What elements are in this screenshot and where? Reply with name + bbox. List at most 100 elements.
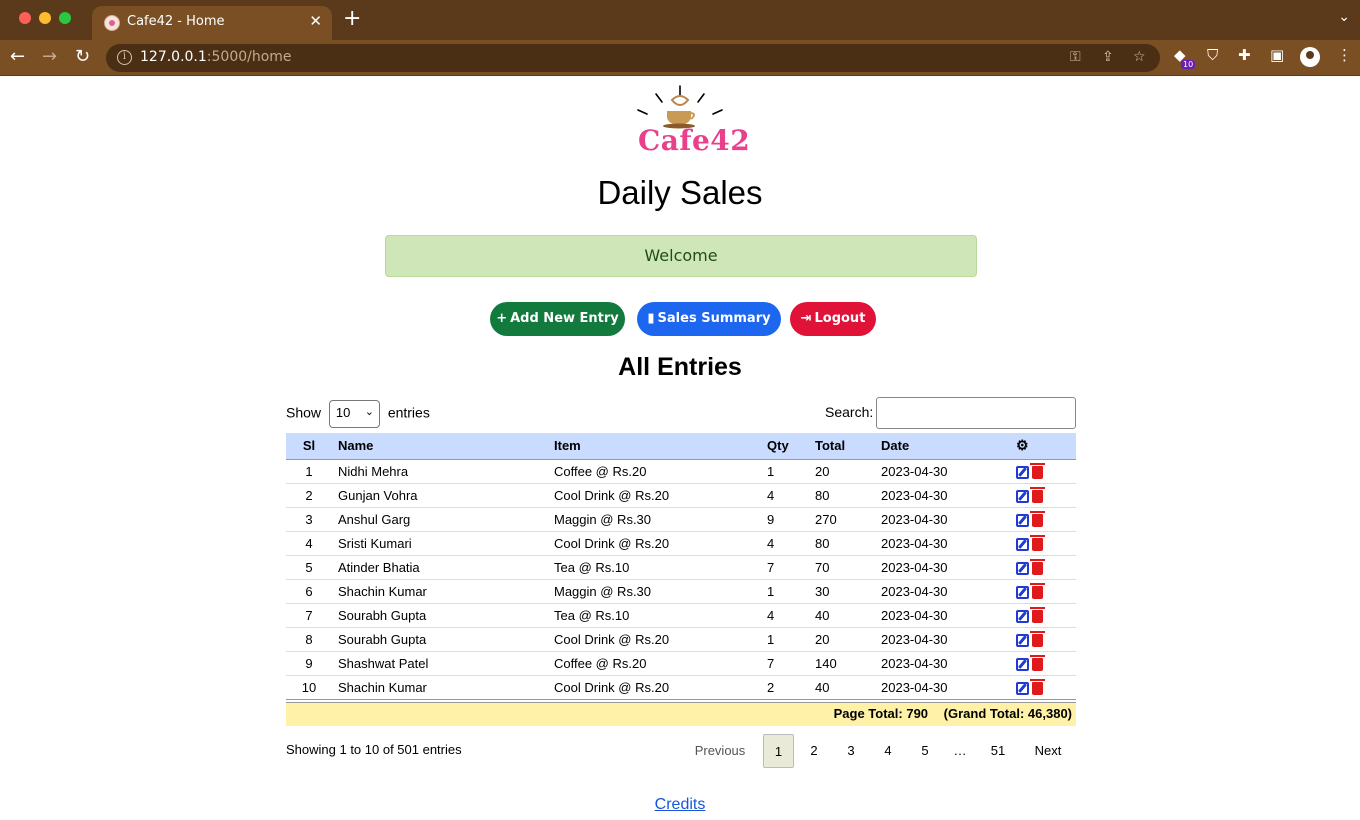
edit-icon[interactable] [1016,489,1029,503]
reload-icon[interactable]: ↻ [75,46,90,68]
browser-toolbar: ← → ↻ i 127.0.0.1:5000/home ⚿ ⇪ ☆ ◆ ⛉ ✚ … [0,40,1360,76]
chevron-down-icon[interactable]: ⌄ [1338,9,1350,25]
cell-total: 30 [809,579,875,604]
cell-item: Coffee @ Rs.20 [548,651,761,676]
cell-actions [1010,651,1076,676]
shield-extension-icon[interactable]: ⛉ [1207,46,1218,64]
browser-tab-bar: Cafe42 - Home ✕ + ⌄ [0,0,1360,40]
edit-icon[interactable] [1016,561,1029,575]
edit-icon[interactable] [1016,513,1029,527]
cell-actions [1010,531,1076,556]
bar-chart-icon: ▮ [647,311,655,326]
page-length-select[interactable]: 10 ⌄ [328,400,380,428]
key-icon[interactable]: ⚿ [1070,49,1081,65]
cell-sl: 2 [286,483,332,508]
cell-name: Anshul Garg [332,507,548,532]
pagination-next[interactable]: Next [1027,734,1069,768]
trash-icon[interactable] [1030,534,1045,551]
edit-icon[interactable] [1016,609,1029,623]
column-header-total[interactable]: Total [809,433,875,460]
column-header-actions: ⚙ [1010,433,1076,460]
cell-date: 2023-04-30 [875,507,1010,532]
edit-icon[interactable] [1016,585,1029,599]
trash-icon[interactable] [1030,510,1045,527]
edit-icon[interactable] [1016,465,1029,479]
site-info-icon[interactable]: i [117,50,132,65]
trash-icon[interactable] [1030,630,1045,647]
edit-icon[interactable] [1016,633,1029,647]
pagination-page-last[interactable]: 51 [986,734,1010,768]
window-close-icon[interactable] [19,12,31,24]
address-bar[interactable]: i 127.0.0.1:5000/home ⚿ ⇪ ☆ [106,44,1160,72]
table-body: 1 Nidhi Mehra Coffee @ Rs.20 1 20 2023-04-30 2… [286,459,1076,700]
column-header-date[interactable]: Date [875,433,1010,460]
trash-icon[interactable] [1030,462,1045,479]
bookmark-star-icon[interactable]: ☆ [1133,49,1146,65]
pagination-page-5[interactable]: 5 [914,734,936,768]
share-icon[interactable]: ⇪ [1102,49,1114,65]
url-text: 127.0.0.1:5000/home [140,49,292,65]
pagination-page-1[interactable]: 1 [763,734,794,768]
tab-close-icon[interactable]: ✕ [309,12,322,30]
cell-total: 20 [809,627,875,652]
page-title: Daily Sales [597,174,763,211]
cell-actions [1010,555,1076,580]
pagination-page-2[interactable]: 2 [803,734,825,768]
cell-sl: 7 [286,603,332,628]
pagination-page-3[interactable]: 3 [840,734,862,768]
cell-date: 2023-04-30 [875,483,1010,508]
table-row: 5 Atinder Bhatia Tea @ Rs.10 7 70 2023-04-30 [286,555,1076,580]
cell-name: Atinder Bhatia [332,555,548,580]
cell-item: Coffee @ Rs.20 [548,459,761,484]
cell-total: 80 [809,531,875,556]
pagination-previous[interactable]: Previous [685,734,755,768]
trash-icon[interactable] [1030,486,1045,503]
page-length-control: Show 10 ⌄ entries [286,400,430,428]
cell-actions [1010,675,1076,700]
cell-qty: 1 [761,579,809,604]
new-tab-icon[interactable]: + [343,8,361,30]
column-header-item[interactable]: Item [548,433,761,460]
column-header-name[interactable]: Name [332,433,548,460]
cell-qty: 1 [761,459,809,484]
pagination-page-4[interactable]: 4 [877,734,899,768]
search-label: Search: [825,404,874,420]
back-icon[interactable]: ← [10,46,25,68]
browser-tab[interactable]: Cafe42 - Home ✕ [92,6,332,40]
cell-item: Tea @ Rs.10 [548,603,761,628]
trash-icon[interactable] [1030,582,1045,599]
cell-date: 2023-04-30 [875,627,1010,652]
search-input[interactable] [876,397,1076,429]
edit-icon[interactable] [1016,537,1029,551]
edit-icon[interactable] [1016,681,1029,695]
forward-icon[interactable]: → [42,46,57,68]
trash-icon[interactable] [1030,654,1045,671]
cell-total: 140 [809,651,875,676]
logout-button[interactable]: ⇥ Logout [790,302,876,336]
cell-name: Nidhi Mehra [332,459,548,484]
add-new-entry-button[interactable]: + Add New Entry [490,302,625,336]
edit-icon[interactable] [1016,657,1029,671]
trash-icon[interactable] [1030,558,1045,575]
trash-icon[interactable] [1030,678,1045,695]
side-panel-icon[interactable]: ▣ [1270,46,1284,64]
cell-qty: 4 [761,531,809,556]
sales-summary-button[interactable]: ▮ Sales Summary [637,302,781,336]
window-minimize-icon[interactable] [39,12,51,24]
browser-menu-icon[interactable]: ⋮ [1337,46,1352,64]
window-zoom-icon[interactable] [59,12,71,24]
cell-name: Gunjan Vohra [332,483,548,508]
table-row: 4 Sristi Kumari Cool Drink @ Rs.20 4 80 2023-… [286,531,1076,556]
column-header-qty[interactable]: Qty [761,433,809,460]
trash-icon[interactable] [1030,606,1045,623]
profile-avatar[interactable] [1300,47,1320,67]
table-header-row: Sl Name Item Qty Total Date ⚙ [286,433,1076,460]
plus-icon: + [496,311,508,326]
column-header-sl[interactable]: Sl [286,433,332,460]
cell-sl: 8 [286,627,332,652]
extensions-puzzle-icon[interactable]: ✚ [1238,46,1251,64]
cell-date: 2023-04-30 [875,603,1010,628]
logout-icon: ⇥ [800,311,812,326]
cell-name: Sourabh Gupta [332,603,548,628]
credits-link[interactable]: Credits [0,796,1360,814]
